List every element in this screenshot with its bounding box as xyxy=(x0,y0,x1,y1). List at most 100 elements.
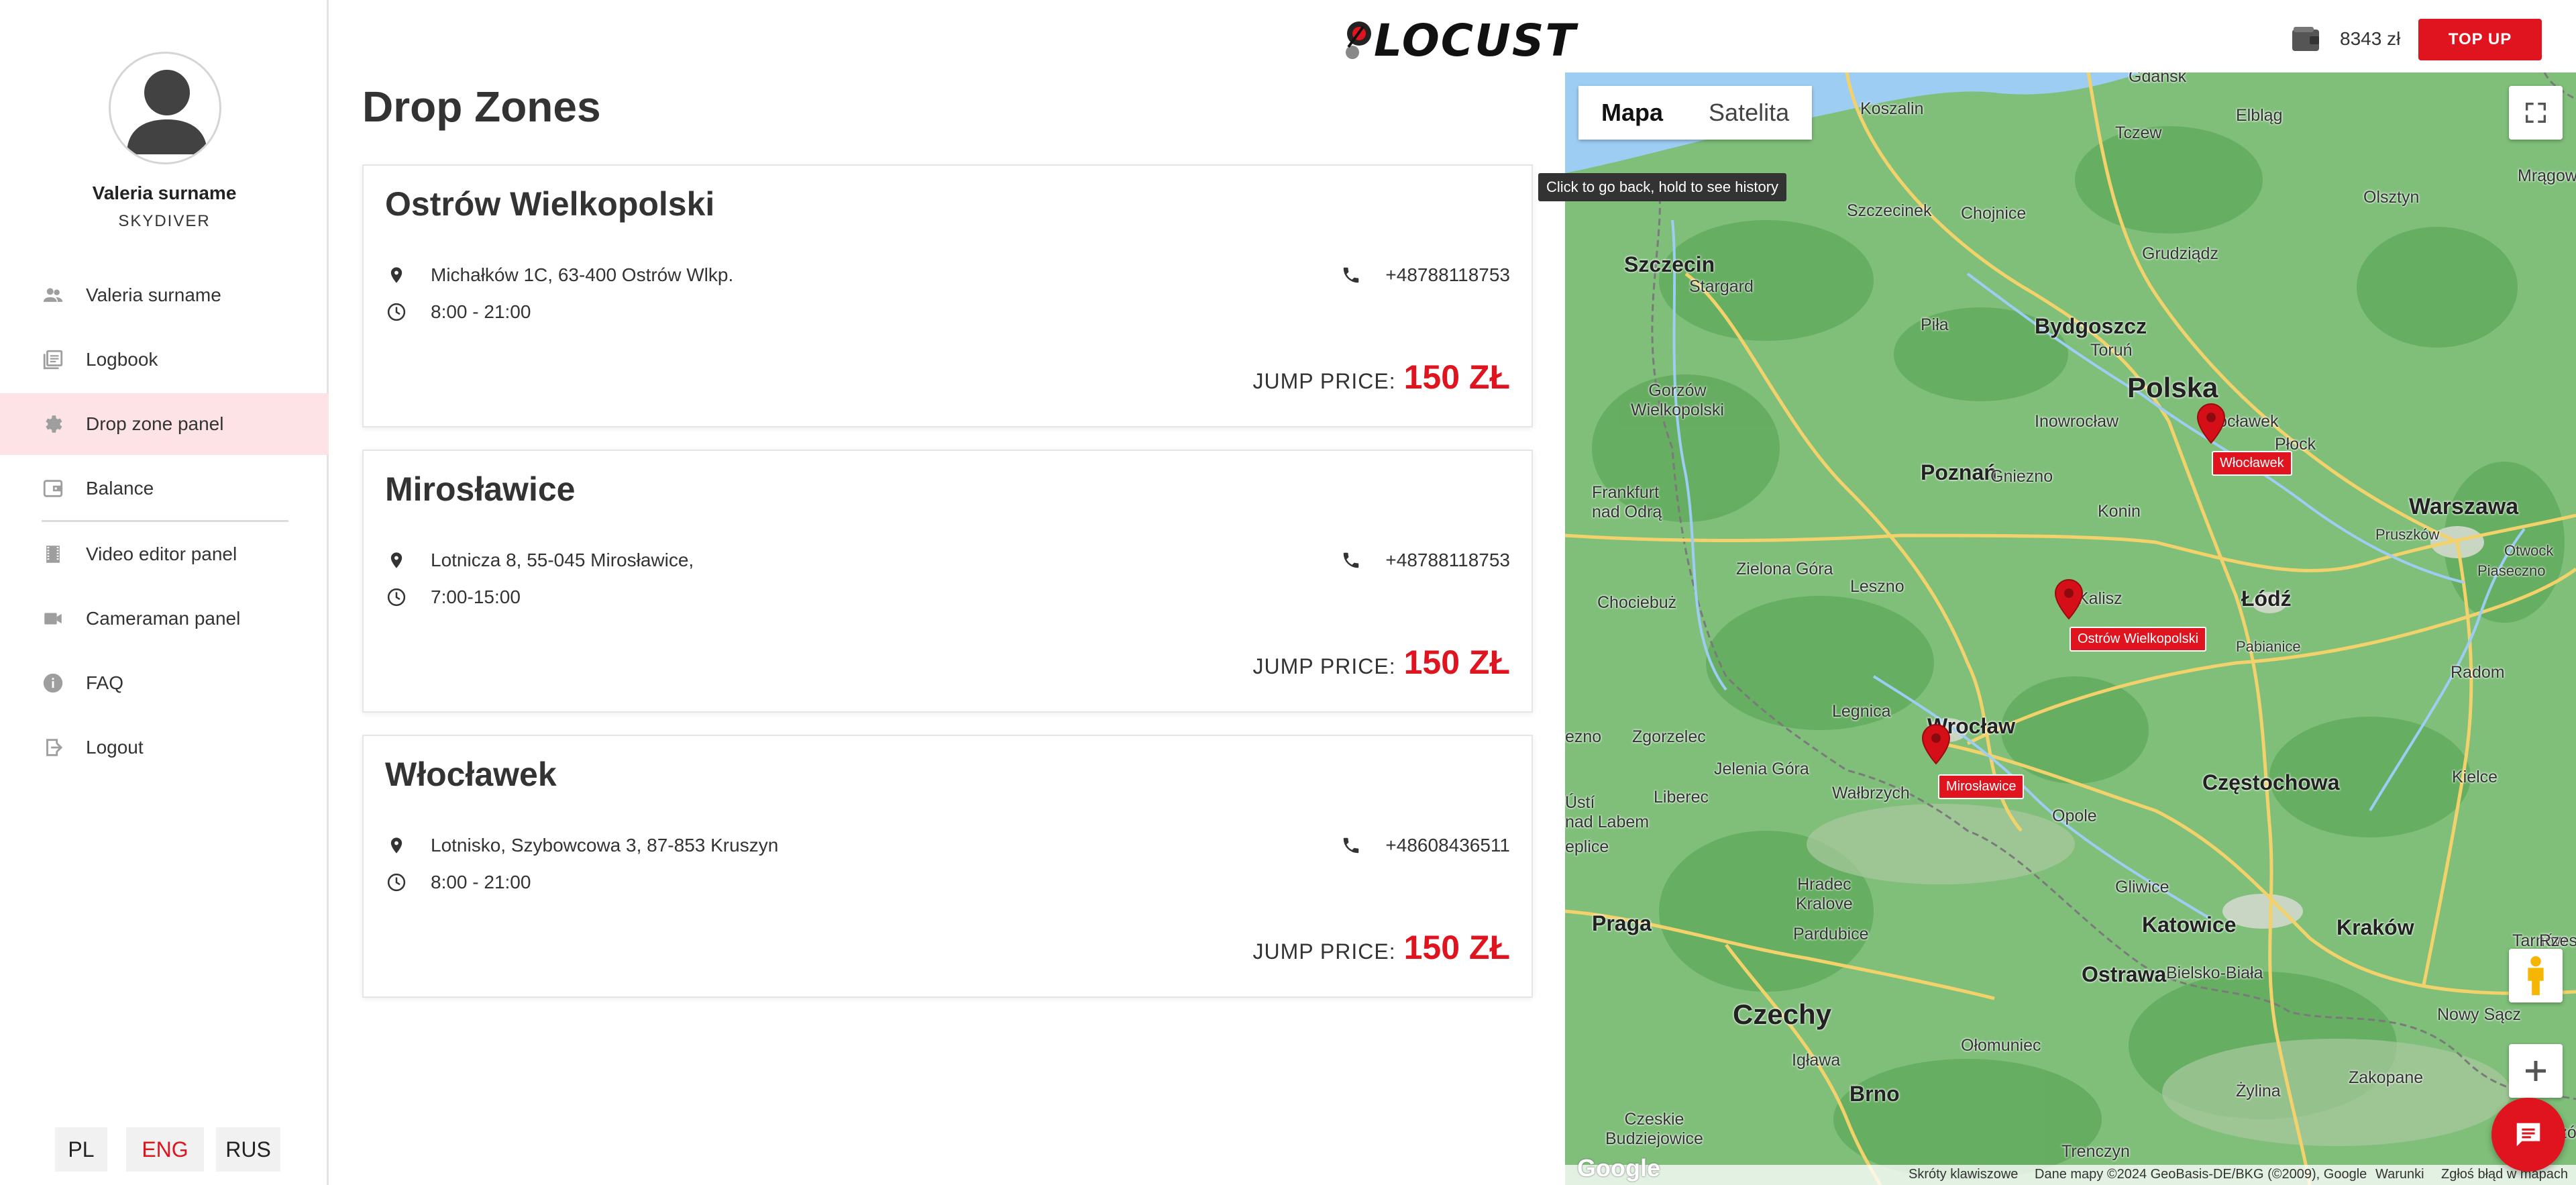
country-label: Polska xyxy=(2127,372,2218,403)
city-label: Bydgoszcz xyxy=(2035,314,2147,338)
marker-label[interactable]: Mirosławice xyxy=(1938,774,2025,799)
city-label: Piła xyxy=(1921,315,1949,334)
dropzone-hours: 7:00-15:00 xyxy=(431,586,521,607)
people-icon xyxy=(42,284,64,307)
price-value: 150 ZŁ xyxy=(1403,643,1510,681)
city-label: Legnica xyxy=(1832,702,1891,721)
city-label: Piaseczno xyxy=(2477,562,2546,579)
clock-icon xyxy=(385,871,408,894)
logout-icon xyxy=(42,736,64,759)
phone-icon xyxy=(1340,264,1362,287)
map-type-control[interactable]: Mapa Satelita xyxy=(1578,86,1813,140)
back-tooltip: Click to go back, hold to see history xyxy=(1538,173,1787,201)
phone-icon xyxy=(1340,549,1362,572)
city-label: Czeskie Budziejowice xyxy=(1605,1110,1703,1148)
map-pin-icon[interactable] xyxy=(2196,403,2226,446)
locust-logo[interactable]: LOCUST xyxy=(1343,13,1576,67)
nav-item-faq[interactable]: FAQ xyxy=(0,652,329,714)
city-label: Leszno xyxy=(1850,577,1904,596)
phone-icon xyxy=(1340,834,1362,857)
lang-eng[interactable]: ENG xyxy=(126,1127,204,1172)
nav-item-logbook[interactable]: Logbook xyxy=(0,329,329,391)
phone-row[interactable]: +48788118753 xyxy=(1340,549,1510,572)
location-pin-icon xyxy=(385,549,408,572)
city-label: Pardubice xyxy=(1793,925,1869,943)
city-label: Praga xyxy=(1592,911,1652,935)
balance-amount: 8343 zł xyxy=(2340,28,2401,49)
lang-pl[interactable]: PL xyxy=(55,1127,107,1172)
nav-item-drop-zone-panel[interactable]: Drop zone panel xyxy=(0,393,329,455)
city-label: Frankfurt nad Odrą xyxy=(1592,483,1662,521)
avatar xyxy=(109,52,221,164)
map-data-text: Dane mapy ©2024 GeoBasis-DE/BKG (©2009),… xyxy=(2035,1167,2367,1182)
fullscreen-button[interactable] xyxy=(2509,86,2563,140)
city-label: Bielsko-Biała xyxy=(2166,964,2263,982)
map-pin-icon[interactable] xyxy=(2053,578,2084,621)
fullscreen-icon xyxy=(2526,103,2546,123)
city-label: Zgorzelec xyxy=(1632,727,1706,746)
nav-item-cameraman[interactable]: Cameraman panel xyxy=(0,588,329,650)
city-label: Chociebuż xyxy=(1597,593,1677,612)
city-label: Hradec Kralove xyxy=(1796,875,1853,913)
price-label: JUMP PRICE: xyxy=(1252,939,1396,964)
terms-link[interactable]: Warunki xyxy=(2375,1167,2424,1182)
info-icon xyxy=(42,672,64,694)
jump-price: JUMP PRICE: 150 ZŁ xyxy=(1252,928,1510,967)
nav-divider xyxy=(42,520,288,522)
city-label: Liberec xyxy=(1654,788,1709,807)
chat-button[interactable] xyxy=(2491,1098,2565,1172)
nav-item-balance[interactable]: Balance xyxy=(0,458,329,519)
nav-item-logout[interactable]: Logout xyxy=(0,717,329,778)
map-type-satelita[interactable]: Satelita xyxy=(1686,86,1813,140)
user-icon xyxy=(127,70,207,154)
phone-row[interactable]: +48788118753 xyxy=(1340,264,1510,287)
marker-label[interactable]: Włocławek xyxy=(2212,451,2292,476)
dropzone-phone: +48788118753 xyxy=(1385,550,1510,570)
report-error-link[interactable]: Zgłoś błąd w mapach xyxy=(2441,1167,2568,1182)
phone-row[interactable]: +48608436511 xyxy=(1340,834,1510,857)
zoom-in-button[interactable] xyxy=(2509,1044,2563,1098)
hours-row: 7:00-15:00 xyxy=(385,586,521,609)
map-type-mapa[interactable]: Mapa xyxy=(1578,86,1686,140)
city-label: Ústí nad Labem xyxy=(1565,793,1650,831)
city-label: Grudziądz xyxy=(2142,244,2218,263)
location-pin-icon xyxy=(385,834,408,857)
google-map[interactable]: Gdańsk Koszalin Tczew Elbląg Mrągowo Szc… xyxy=(1565,72,2576,1185)
page-title: Drop Zones xyxy=(362,83,601,131)
city-label: Trenczyn xyxy=(2061,1142,2130,1161)
nav-item-video-editor[interactable]: Video editor panel xyxy=(0,523,329,585)
city-label: Szczecin xyxy=(1624,252,1715,276)
city-label: Igława xyxy=(1792,1051,1841,1070)
lang-rus[interactable]: RUS xyxy=(216,1127,280,1172)
city-label: Ostrawa xyxy=(2082,962,2167,986)
dropzone-name: Mirosławice xyxy=(385,470,576,508)
nav-label: Video editor panel xyxy=(86,544,237,564)
wallet-icon xyxy=(2292,27,2319,51)
price-label: JUMP PRICE: xyxy=(1252,654,1396,678)
city-label: Pruszków xyxy=(2375,526,2440,543)
city-label: Brno xyxy=(1849,1082,1900,1106)
city-label: Chojnice xyxy=(1961,204,2027,223)
marker-label[interactable]: Ostrów Wielkopolski xyxy=(2070,627,2207,652)
location-pin-icon xyxy=(385,264,408,287)
top-up-button[interactable]: TOP UP xyxy=(2418,19,2542,60)
film-icon xyxy=(42,543,64,566)
chat-icon xyxy=(2516,1123,2540,1147)
city-label: Kalisz xyxy=(2078,589,2123,608)
dropzone-card[interactable]: Ostrów Wielkopolski Michałków 1C, 63-400… xyxy=(362,164,1533,427)
city-label: Nowy Sącz xyxy=(2437,1005,2522,1024)
dropzone-card[interactable]: Włocławek Lotnisko, Szybowcowa 3, 87-853… xyxy=(362,735,1533,998)
street-view-button[interactable] xyxy=(2509,949,2563,1002)
city-label: Opole xyxy=(2052,807,2097,825)
map-pin-icon[interactable] xyxy=(1921,723,1951,766)
dropzone-card[interactable]: Mirosławice Lotnicza 8, 55-045 Mirosławi… xyxy=(362,450,1533,713)
address-row: Lotnisko, Szybowcowa 3, 87-853 Kruszyn xyxy=(385,834,778,857)
keyboard-shortcuts-link[interactable]: Skróty klawiszowe xyxy=(1909,1167,2018,1182)
city-label: Gorzów Wielkopolski xyxy=(1631,381,1724,419)
nav-item-profile[interactable]: Valeria surname xyxy=(0,264,329,326)
city-label: Otwock xyxy=(2504,542,2554,559)
address-row: Michałków 1C, 63-400 Ostrów Wlkp. xyxy=(385,264,733,287)
jump-price: JUMP PRICE: 150 ZŁ xyxy=(1252,643,1510,682)
city-label: Olsztyn xyxy=(2363,188,2420,207)
city-label: Radom xyxy=(2451,663,2505,682)
